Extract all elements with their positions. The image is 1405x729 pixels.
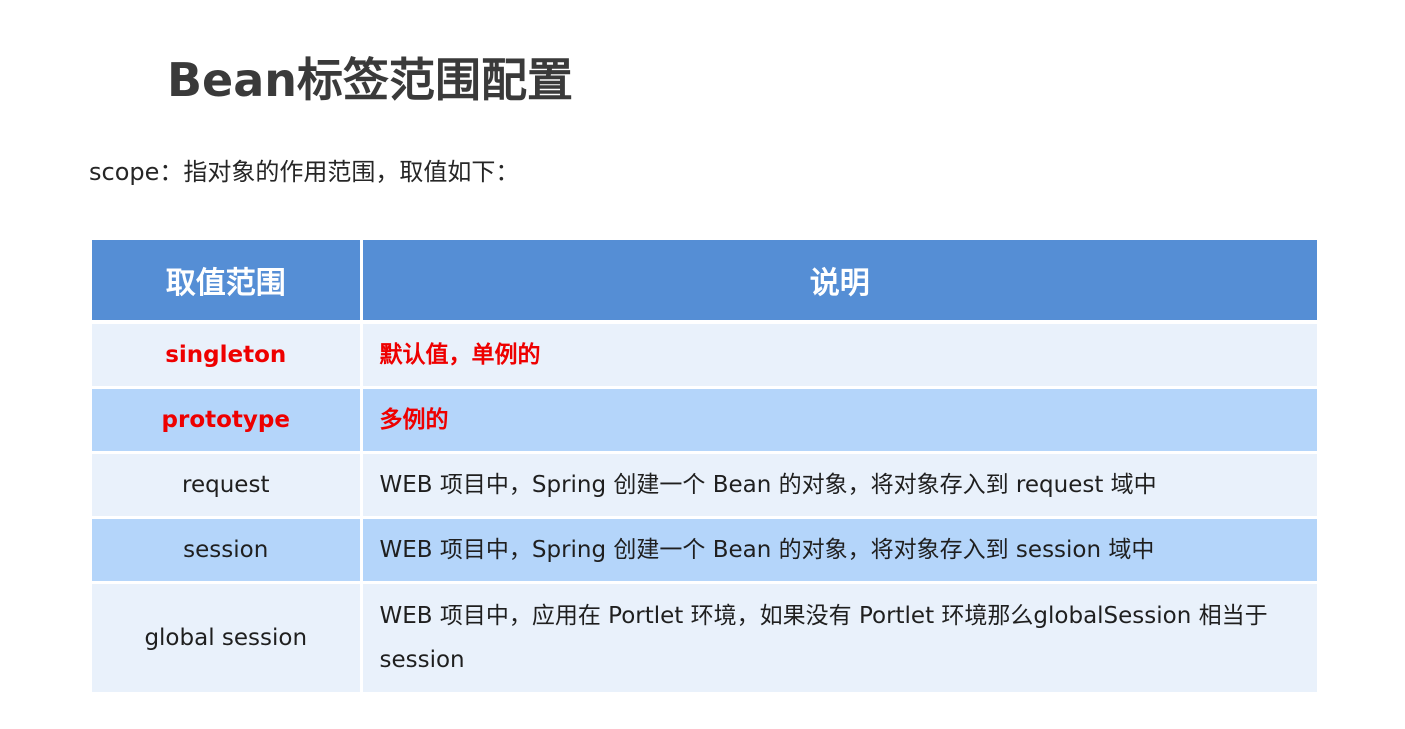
scope-desc: 默认值，单例的 — [361, 322, 1317, 389]
table-row: request WEB 项目中，Spring 创建一个 Bean 的对象，将对象… — [92, 452, 1317, 519]
table-row: singleton 默认值，单例的 — [92, 322, 1317, 389]
scope-name: singleton — [92, 322, 363, 389]
table-row: global session WEB 项目中，应用在 Portlet 环境，如果… — [92, 582, 1317, 695]
scope-desc: WEB 项目中，Spring 创建一个 Bean 的对象，将对象存入到 sess… — [361, 517, 1317, 584]
scope-description: scope：指对象的作用范围，取值如下： — [89, 158, 520, 186]
header-scope-value: 取值范围 — [92, 240, 363, 324]
table-header-row: 取值范围 说明 — [92, 240, 1317, 324]
header-description: 说明 — [361, 240, 1317, 324]
scope-desc: WEB 项目中，Spring 创建一个 Bean 的对象，将对象存入到 requ… — [361, 452, 1317, 519]
scope-name: global session — [92, 582, 363, 695]
page-title: Bean标签范围配置 — [167, 53, 574, 107]
scope-name: prototype — [92, 387, 363, 454]
scope-desc: 多例的 — [361, 387, 1317, 454]
scope-table: 取值范围 说明 singleton 默认值，单例的 prototype 多例的 … — [92, 240, 1317, 695]
table-row: session WEB 项目中，Spring 创建一个 Bean 的对象，将对象… — [92, 517, 1317, 584]
table-row: prototype 多例的 — [92, 387, 1317, 454]
scope-name: session — [92, 517, 363, 584]
scope-name: request — [92, 452, 363, 519]
scope-desc: WEB 项目中，应用在 Portlet 环境，如果没有 Portlet 环境那么… — [361, 582, 1317, 695]
